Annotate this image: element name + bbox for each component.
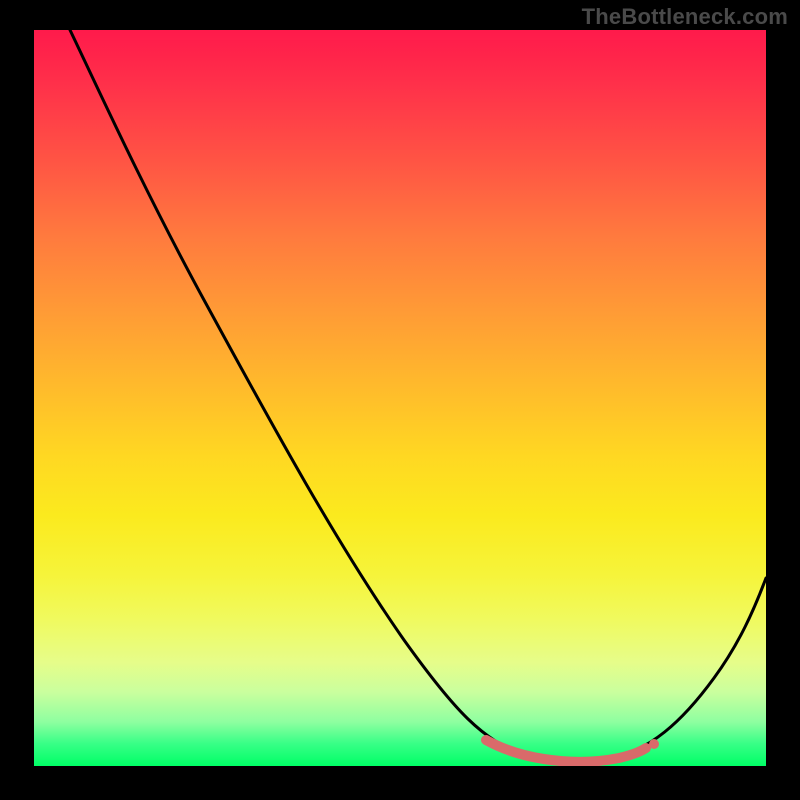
highlight-end-dot	[649, 739, 659, 749]
chart-frame: TheBottleneck.com	[0, 0, 800, 800]
main-curve	[70, 30, 766, 761]
curve-layer	[34, 30, 766, 766]
watermark-text: TheBottleneck.com	[582, 4, 788, 30]
plot-area	[34, 30, 766, 766]
highlight-segment	[486, 740, 646, 762]
